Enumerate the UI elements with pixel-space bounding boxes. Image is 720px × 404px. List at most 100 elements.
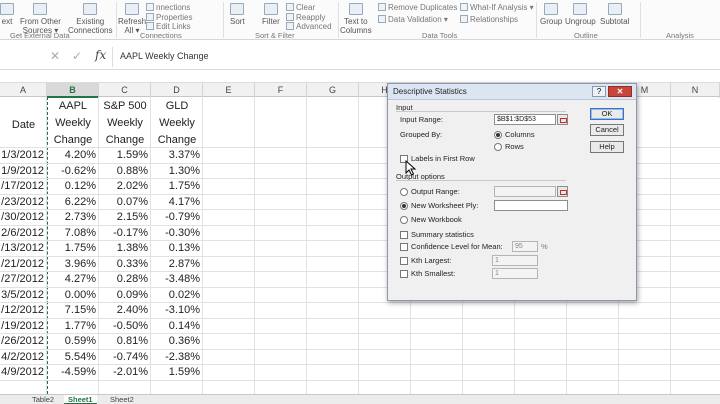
value-cell[interactable]: -3.10% <box>151 304 200 316</box>
input-range-ref-button[interactable] <box>557 114 568 125</box>
value-cell[interactable]: 1.38% <box>99 242 148 254</box>
kth-largest-checkbox[interactable] <box>400 257 408 265</box>
help-icon[interactable]: ? <box>592 86 606 97</box>
column-header-d[interactable]: D <box>151 83 203 98</box>
value-cell[interactable]: -0.74% <box>99 351 148 363</box>
value-cell[interactable]: 0.14% <box>151 320 200 332</box>
value-cell[interactable]: -0.30% <box>151 227 200 239</box>
confidence-level-checkbox[interactable] <box>400 243 408 251</box>
date-cell[interactable]: 4/2/2012 <box>0 351 44 363</box>
date-cell[interactable]: 1/3/2012 <box>0 149 44 161</box>
relationships-button[interactable]: Relationships <box>460 15 518 25</box>
ribbon-button-2[interactable]: Existing Connections <box>68 3 112 35</box>
value-cell[interactable]: 6.22% <box>47 196 96 208</box>
value-cell[interactable]: 2.73% <box>47 211 96 223</box>
column-header-n[interactable]: N <box>671 83 720 98</box>
date-cell[interactable]: /27/2012 <box>0 273 44 285</box>
remove-duplicates-button[interactable]: Remove Duplicates <box>378 3 457 13</box>
kth-smallest-field[interactable]: 1 <box>492 268 538 279</box>
value-cell[interactable]: 7.08% <box>47 227 96 239</box>
output-range-ref-button[interactable] <box>557 186 568 197</box>
value-cell[interactable]: 0.81% <box>99 335 148 347</box>
value-cell[interactable]: -0.50% <box>99 320 148 332</box>
sheet-tab-0[interactable]: Table2 <box>28 395 58 404</box>
formula-input[interactable]: AAPL Weekly Change <box>120 51 209 61</box>
dialog-title-bar[interactable]: Descriptive Statistics ? ✕ <box>388 84 636 100</box>
value-cell[interactable]: 2.15% <box>99 211 148 223</box>
what-if-button[interactable]: What-If Analysis ▾ <box>460 3 534 13</box>
header-sp500-line2[interactable]: Weekly <box>99 115 151 131</box>
value-cell[interactable]: 4.20% <box>47 149 96 161</box>
value-cell[interactable]: 0.59% <box>47 335 96 347</box>
column-header-e[interactable]: E <box>203 83 255 98</box>
date-cell[interactable]: 3/5/2012 <box>0 289 44 301</box>
sheet-tab-2[interactable]: Sheet2 <box>106 395 138 404</box>
close-icon[interactable]: ✕ <box>608 86 632 97</box>
cancel-entry-icon[interactable]: ✕ <box>50 49 60 63</box>
value-cell[interactable]: -0.62% <box>47 165 96 177</box>
header-gld-line1[interactable]: GLD <box>151 98 203 114</box>
summary-statistics-checkbox[interactable] <box>400 231 408 239</box>
help-button[interactable]: Help <box>590 141 624 153</box>
value-cell[interactable]: 0.13% <box>151 242 200 254</box>
column-header-c[interactable]: C <box>99 83 151 98</box>
date-cell[interactable]: /30/2012 <box>0 211 44 223</box>
connections-button[interactable]: nnections <box>146 3 190 13</box>
value-cell[interactable]: 1.75% <box>47 242 96 254</box>
ribbon-button-4[interactable]: Sort <box>230 3 245 26</box>
column-header-a[interactable]: A <box>0 83 47 98</box>
value-cell[interactable]: 0.33% <box>99 258 148 270</box>
value-cell[interactable]: 2.02% <box>99 180 148 192</box>
date-cell[interactable]: 2/6/2012 <box>0 227 44 239</box>
confirm-entry-icon[interactable]: ✓ <box>72 49 82 63</box>
ribbon-button-6[interactable]: Text to Columns <box>340 3 372 35</box>
date-cell[interactable]: /17/2012 <box>0 180 44 192</box>
new-worksheet-radio[interactable] <box>400 202 408 210</box>
data-validation-button[interactable]: Data Validation ▾ <box>378 15 448 25</box>
value-cell[interactable]: 3.96% <box>47 258 96 270</box>
new-worksheet-name-field[interactable] <box>494 200 568 211</box>
value-cell[interactable]: 3.37% <box>151 149 200 161</box>
date-cell[interactable]: /21/2012 <box>0 258 44 270</box>
date-cell[interactable]: 1/9/2012 <box>0 165 44 177</box>
value-cell[interactable]: 0.09% <box>99 289 148 301</box>
rows-radio[interactable] <box>494 143 502 151</box>
date-cell[interactable]: /23/2012 <box>0 196 44 208</box>
value-cell[interactable]: 2.87% <box>151 258 200 270</box>
header-sp500-line1[interactable]: S&P 500 <box>99 98 151 114</box>
sheet-tab-1[interactable]: Sheet1 <box>64 395 97 404</box>
value-cell[interactable]: 5.54% <box>47 351 96 363</box>
confidence-level-field[interactable]: 95 <box>512 241 538 252</box>
date-cell[interactable]: 4/9/2012 <box>0 366 44 378</box>
output-range-radio[interactable] <box>400 188 408 196</box>
output-range-field[interactable] <box>494 186 556 197</box>
kth-largest-field[interactable]: 1 <box>492 255 538 266</box>
value-cell[interactable]: -0.79% <box>151 211 200 223</box>
value-cell[interactable]: 4.17% <box>151 196 200 208</box>
value-cell[interactable]: -3.48% <box>151 273 200 285</box>
date-cell[interactable]: /12/2012 <box>0 304 44 316</box>
kth-smallest-checkbox[interactable] <box>400 270 408 278</box>
value-cell[interactable]: 1.59% <box>151 366 200 378</box>
ribbon-button-9[interactable]: Subtotal <box>600 3 629 26</box>
input-range-field[interactable]: $B$1:$D$53 <box>494 114 556 125</box>
column-header-b[interactable]: B <box>47 83 99 98</box>
value-cell[interactable]: 0.07% <box>99 196 148 208</box>
ribbon-button-7[interactable]: Group <box>540 3 562 26</box>
value-cell[interactable]: 0.00% <box>47 289 96 301</box>
column-header-f[interactable]: F <box>255 83 307 98</box>
value-cell[interactable]: 0.88% <box>99 165 148 177</box>
value-cell[interactable]: 1.30% <box>151 165 200 177</box>
header-date[interactable]: Date <box>0 117 47 133</box>
date-cell[interactable]: /13/2012 <box>0 242 44 254</box>
date-cell[interactable]: /19/2012 <box>0 320 44 332</box>
value-cell[interactable]: 0.28% <box>99 273 148 285</box>
value-cell[interactable]: -0.17% <box>99 227 148 239</box>
ribbon-button-5[interactable]: Filter <box>262 3 280 26</box>
clear-button[interactable]: Clear <box>286 3 315 13</box>
value-cell[interactable]: 0.36% <box>151 335 200 347</box>
value-cell[interactable]: 1.59% <box>99 149 148 161</box>
value-cell[interactable]: 4.27% <box>47 273 96 285</box>
value-cell[interactable]: -4.59% <box>47 366 96 378</box>
ribbon-button-8[interactable]: Ungroup <box>565 3 596 26</box>
